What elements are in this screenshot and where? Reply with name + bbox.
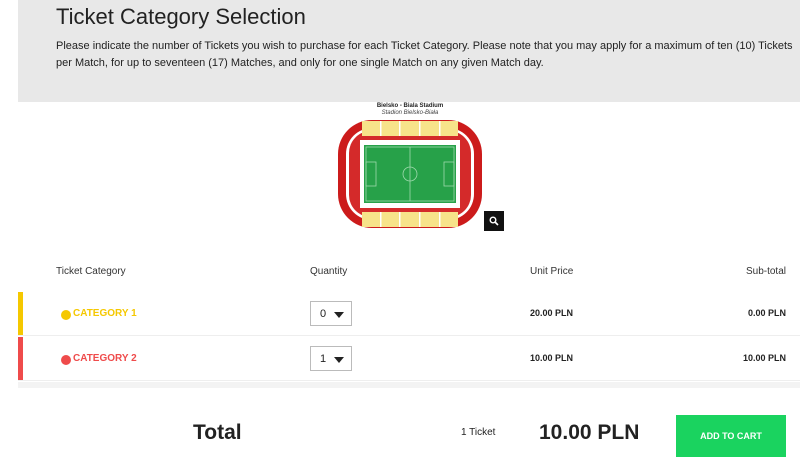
stand-bottom-category-1: [362, 212, 458, 227]
total-amount: 10.00 PLN: [539, 421, 640, 444]
stadium-name: Bielsko - Biala Stadium: [376, 103, 444, 109]
chevron-down-icon: [334, 357, 344, 363]
category-color-bar: [18, 292, 23, 335]
quantity-value: 1: [320, 353, 327, 365]
seat-separator: [419, 212, 421, 227]
add-to-cart-button[interactable]: ADD TO CART: [676, 415, 786, 457]
seat-separator: [380, 121, 382, 136]
left-gutter: [0, 0, 18, 466]
category-color-bar: [18, 337, 23, 380]
category-row-1: CATEGORY 1 0 20.00 PLN 0.00 PLN: [18, 292, 800, 336]
unit-price: 20.00 PLN: [530, 308, 574, 318]
category-label: CATEGORY 1: [73, 308, 137, 319]
chevron-down-icon: [334, 312, 344, 318]
seat-separator: [399, 121, 401, 136]
ticket-count: 1 Ticket: [461, 427, 496, 438]
stadium-map[interactable]: [336, 118, 484, 230]
quantity-select[interactable]: 1: [310, 346, 352, 371]
quantity-select[interactable]: 0: [310, 301, 352, 326]
section-divider: [18, 382, 800, 388]
category-dot: [61, 355, 71, 365]
header-subtotal: Sub-total: [745, 266, 786, 277]
stand-top-category-1: [362, 121, 458, 136]
seat-separator: [419, 121, 421, 136]
seat-separator: [439, 212, 441, 227]
subtotal: 10.00 PLN: [742, 353, 786, 363]
seat-separator: [380, 212, 382, 227]
page-title: Ticket Category Selection: [56, 4, 306, 29]
intro-text: Please indicate the number of Tickets yo…: [56, 40, 793, 69]
header-ticket-category: Ticket Category: [56, 266, 126, 277]
seat-separator: [399, 212, 401, 227]
header-unit-price: Unit Price: [530, 266, 574, 277]
unit-price: 10.00 PLN: [530, 353, 574, 363]
zoom-button[interactable]: [484, 211, 504, 231]
category-dot: [61, 310, 71, 320]
header-quantity: Quantity: [310, 266, 348, 277]
header-panel: Ticket Category Selection Please indicat…: [18, 0, 800, 102]
category-label: CATEGORY 2: [73, 353, 137, 364]
stadium-subtitle: Stadion Bielsko-Biała: [381, 110, 439, 116]
search-icon: [489, 216, 499, 226]
subtotal: 0.00 PLN: [747, 308, 786, 318]
total-label: Total: [193, 421, 242, 444]
category-row-2: CATEGORY 2 1 10.00 PLN 10.00 PLN: [18, 337, 800, 381]
quantity-value: 0: [320, 308, 327, 320]
seat-separator: [439, 121, 441, 136]
